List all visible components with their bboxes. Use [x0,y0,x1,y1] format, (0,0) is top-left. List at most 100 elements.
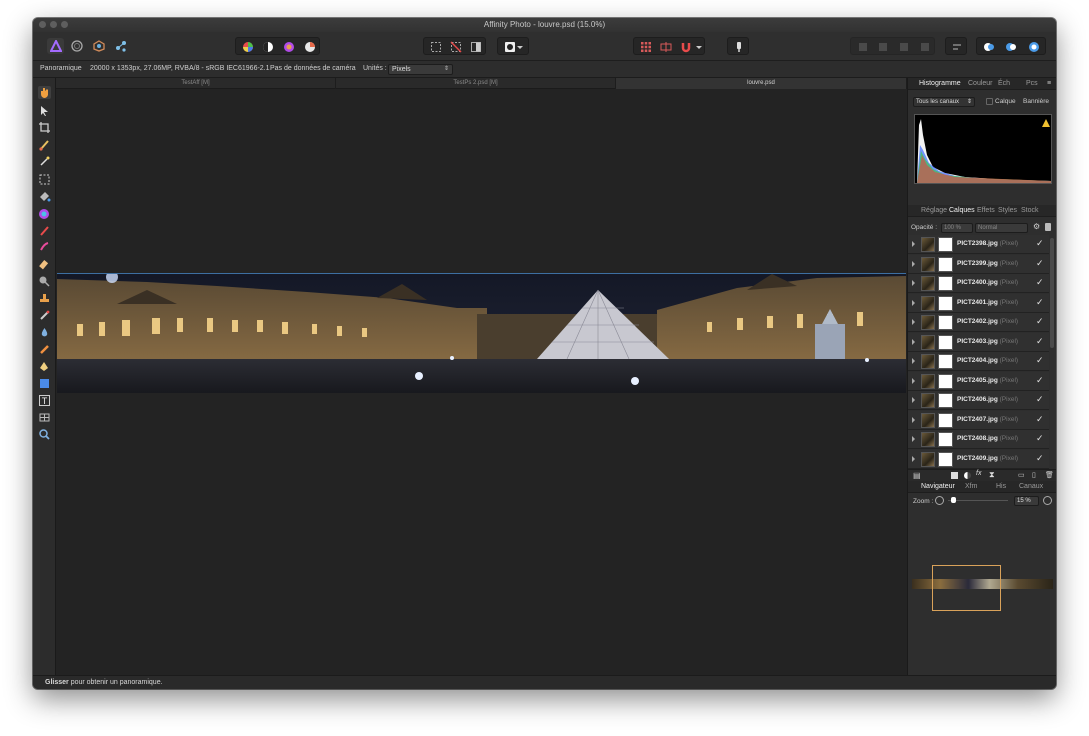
lock-icon[interactable] [1045,223,1051,231]
flood-select-tool[interactable] [38,154,51,167]
channels-select[interactable]: Tous les canaux ⇕ [913,97,975,107]
visibility-check-icon[interactable]: ✓ [1036,316,1044,327]
clone-tool[interactable] [38,292,51,305]
smudge-tool[interactable] [38,343,51,356]
visibility-check-icon[interactable]: ✓ [1036,258,1044,269]
expand-arrow-icon[interactable] [912,358,915,364]
export-persona-button[interactable] [112,38,129,54]
tab-histogram[interactable]: Histogramme [919,80,961,87]
grid-button[interactable] [637,39,654,55]
subtract-button[interactable] [1002,39,1019,55]
layer-row[interactable]: PICT2406.jpg (Pixel) ✓ [908,391,1049,410]
navigator-view-rect[interactable] [932,565,1001,611]
tab-effects[interactable]: Effets [977,207,995,214]
visibility-check-icon[interactable]: ✓ [1036,453,1044,464]
expand-arrow-icon[interactable] [912,338,915,345]
close-window-button[interactable] [39,21,46,28]
marquee-tool[interactable] [38,173,51,186]
layers-scrollbar[interactable] [1050,238,1054,348]
pixel-tool[interactable] [38,224,51,237]
group-folder-icon[interactable]: ▭ [1018,471,1025,479]
move-to-back-button[interactable] [854,39,871,55]
layer-row[interactable]: PICT2402.jpg (Pixel) ✓ [908,313,1049,332]
pen-tool[interactable] [38,360,51,373]
units-select[interactable]: Pixels ⇕ [388,64,453,75]
assistant-button[interactable] [730,39,747,55]
doc-tab-louvre[interactable]: louvre.psd [616,78,907,89]
fill-tool[interactable] [38,190,51,203]
move-back-button[interactable] [874,39,891,55]
visibility-check-icon[interactable]: ✓ [1036,433,1044,444]
zoom-tool[interactable] [38,428,51,441]
mask-layer-icon[interactable] [951,472,958,479]
visibility-check-icon[interactable]: ✓ [1036,336,1044,347]
white-balance-button[interactable] [301,39,318,55]
tab-brushes[interactable]: Pcs [1026,80,1038,87]
zoom-slider-track[interactable] [948,500,1008,501]
expand-arrow-icon[interactable] [912,436,915,442]
tab-transform[interactable]: Xfm [965,483,977,490]
tab-colour[interactable]: Couleur [968,80,993,87]
layer-row[interactable]: PICT2405.jpg (Pixel) ✓ [908,371,1049,391]
tab-swatches[interactable]: Éch [998,80,1010,87]
erase-tool[interactable] [38,258,51,271]
tab-styles[interactable]: Styles [998,207,1017,214]
select-all-button[interactable] [427,39,444,55]
tab-history[interactable]: His [996,483,1006,490]
expand-arrow-icon[interactable] [912,455,915,462]
document-canvas[interactable] [56,89,907,675]
intersect-button[interactable] [1025,39,1042,55]
visibility-check-icon[interactable]: ✓ [1036,375,1044,386]
doc-tab-testps2[interactable]: TestPs 2.psd [M] [336,78,616,89]
layer-row[interactable]: PICT2398.jpg (Pixel) ✓ [908,235,1049,254]
trash-icon[interactable]: 🗑 [1045,471,1054,479]
view-tool[interactable] [38,86,51,99]
layer-row[interactable]: PICT2399.jpg (Pixel) ✓ [908,254,1049,274]
levels-button[interactable] [259,39,276,55]
liquify-persona-button[interactable] [68,38,85,54]
blend-mode-select[interactable]: Normal [975,223,1028,233]
expand-arrow-icon[interactable] [912,260,915,267]
add-layer-icon[interactable]: ▯ [1032,471,1036,479]
layer-row[interactable]: PICT2400.jpg (Pixel) ✓ [908,274,1049,293]
invert-selection-button[interactable] [467,39,484,55]
layer-row[interactable]: PICT2401.jpg (Pixel) ✓ [908,293,1049,313]
move-to-front-button[interactable] [916,39,933,55]
tab-layers[interactable]: Calques [949,207,975,214]
develop-persona-button[interactable] [90,38,107,54]
photo-persona-button[interactable] [47,38,64,54]
expand-arrow-icon[interactable] [912,319,915,325]
layer-row[interactable]: PICT2403.jpg (Pixel) ✓ [908,332,1049,352]
expand-arrow-icon[interactable] [912,299,915,306]
layer-row[interactable]: PICT2404.jpg (Pixel) ✓ [908,352,1049,371]
quick-mask-menu-button[interactable] [515,39,525,55]
layer-row[interactable]: PICT2407.jpg (Pixel) ✓ [908,410,1049,430]
expand-arrow-icon[interactable] [912,280,915,286]
layer-row[interactable]: PICT2409.jpg (Pixel) ✓ [908,449,1049,469]
table-tool[interactable] [38,411,51,424]
layer-checkbox[interactable] [986,98,993,105]
visibility-check-icon[interactable]: ✓ [1036,414,1044,425]
text-tool[interactable]: T [38,394,51,407]
tab-adjustment[interactable]: Réglage [921,207,947,214]
expand-arrow-icon[interactable] [912,241,915,247]
visibility-check-icon[interactable]: ✓ [1036,355,1044,366]
paint-brush-tool[interactable] [38,138,51,151]
zoom-input[interactable]: 15 % [1014,496,1039,506]
live-filter-icon[interactable]: ⧗ [989,470,995,480]
zoom-out-icon[interactable] [935,496,944,505]
mixer-brush-tool[interactable] [38,240,51,253]
zoom-in-icon[interactable] [1043,496,1052,505]
shape-tool[interactable] [38,377,51,390]
color-wheel-button[interactable] [239,39,256,55]
dodge-tool[interactable] [38,275,51,288]
fx-icon[interactable]: fx [976,470,981,477]
opacity-input[interactable]: 100 % [941,223,973,233]
camera-info[interactable]: Pas de données de caméra [270,65,356,72]
gradient-tool[interactable] [38,207,51,220]
minimize-window-button[interactable] [50,21,57,28]
zoom-slider-thumb[interactable] [951,497,956,503]
add-button[interactable] [980,39,997,55]
expand-arrow-icon[interactable] [912,377,915,384]
hsl-button[interactable] [280,39,297,55]
